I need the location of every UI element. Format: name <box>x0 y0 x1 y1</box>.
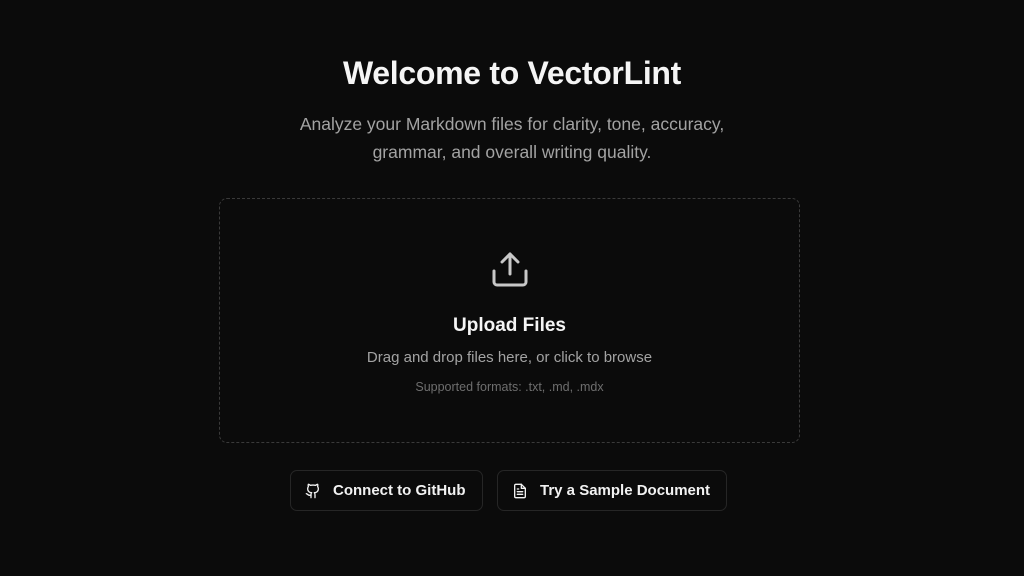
document-icon <box>512 483 528 499</box>
supported-formats: Supported formats: .txt, .md, .mdx <box>415 380 604 394</box>
upload-description: Drag and drop files here, or click to br… <box>366 349 653 366</box>
upload-dropzone[interactable]: Upload Files Drag and drop files here, o… <box>219 198 800 443</box>
page-subtitle: Analyze your Markdown files for clarity,… <box>299 114 725 162</box>
welcome-page: Welcome to VectorLint Analyze your Markd… <box>0 0 1024 576</box>
github-icon <box>305 483 321 499</box>
upload-icon <box>490 249 530 289</box>
upload-title: Upload Files <box>453 315 566 336</box>
page-title: Welcome to VectorLint <box>342 55 682 91</box>
connect-github-label: Connect to GitHub <box>333 482 466 499</box>
try-sample-label: Try a Sample Document <box>540 482 711 499</box>
connect-github-button[interactable]: Connect to GitHub <box>290 470 483 511</box>
try-sample-button[interactable]: Try a Sample Document <box>497 470 727 511</box>
